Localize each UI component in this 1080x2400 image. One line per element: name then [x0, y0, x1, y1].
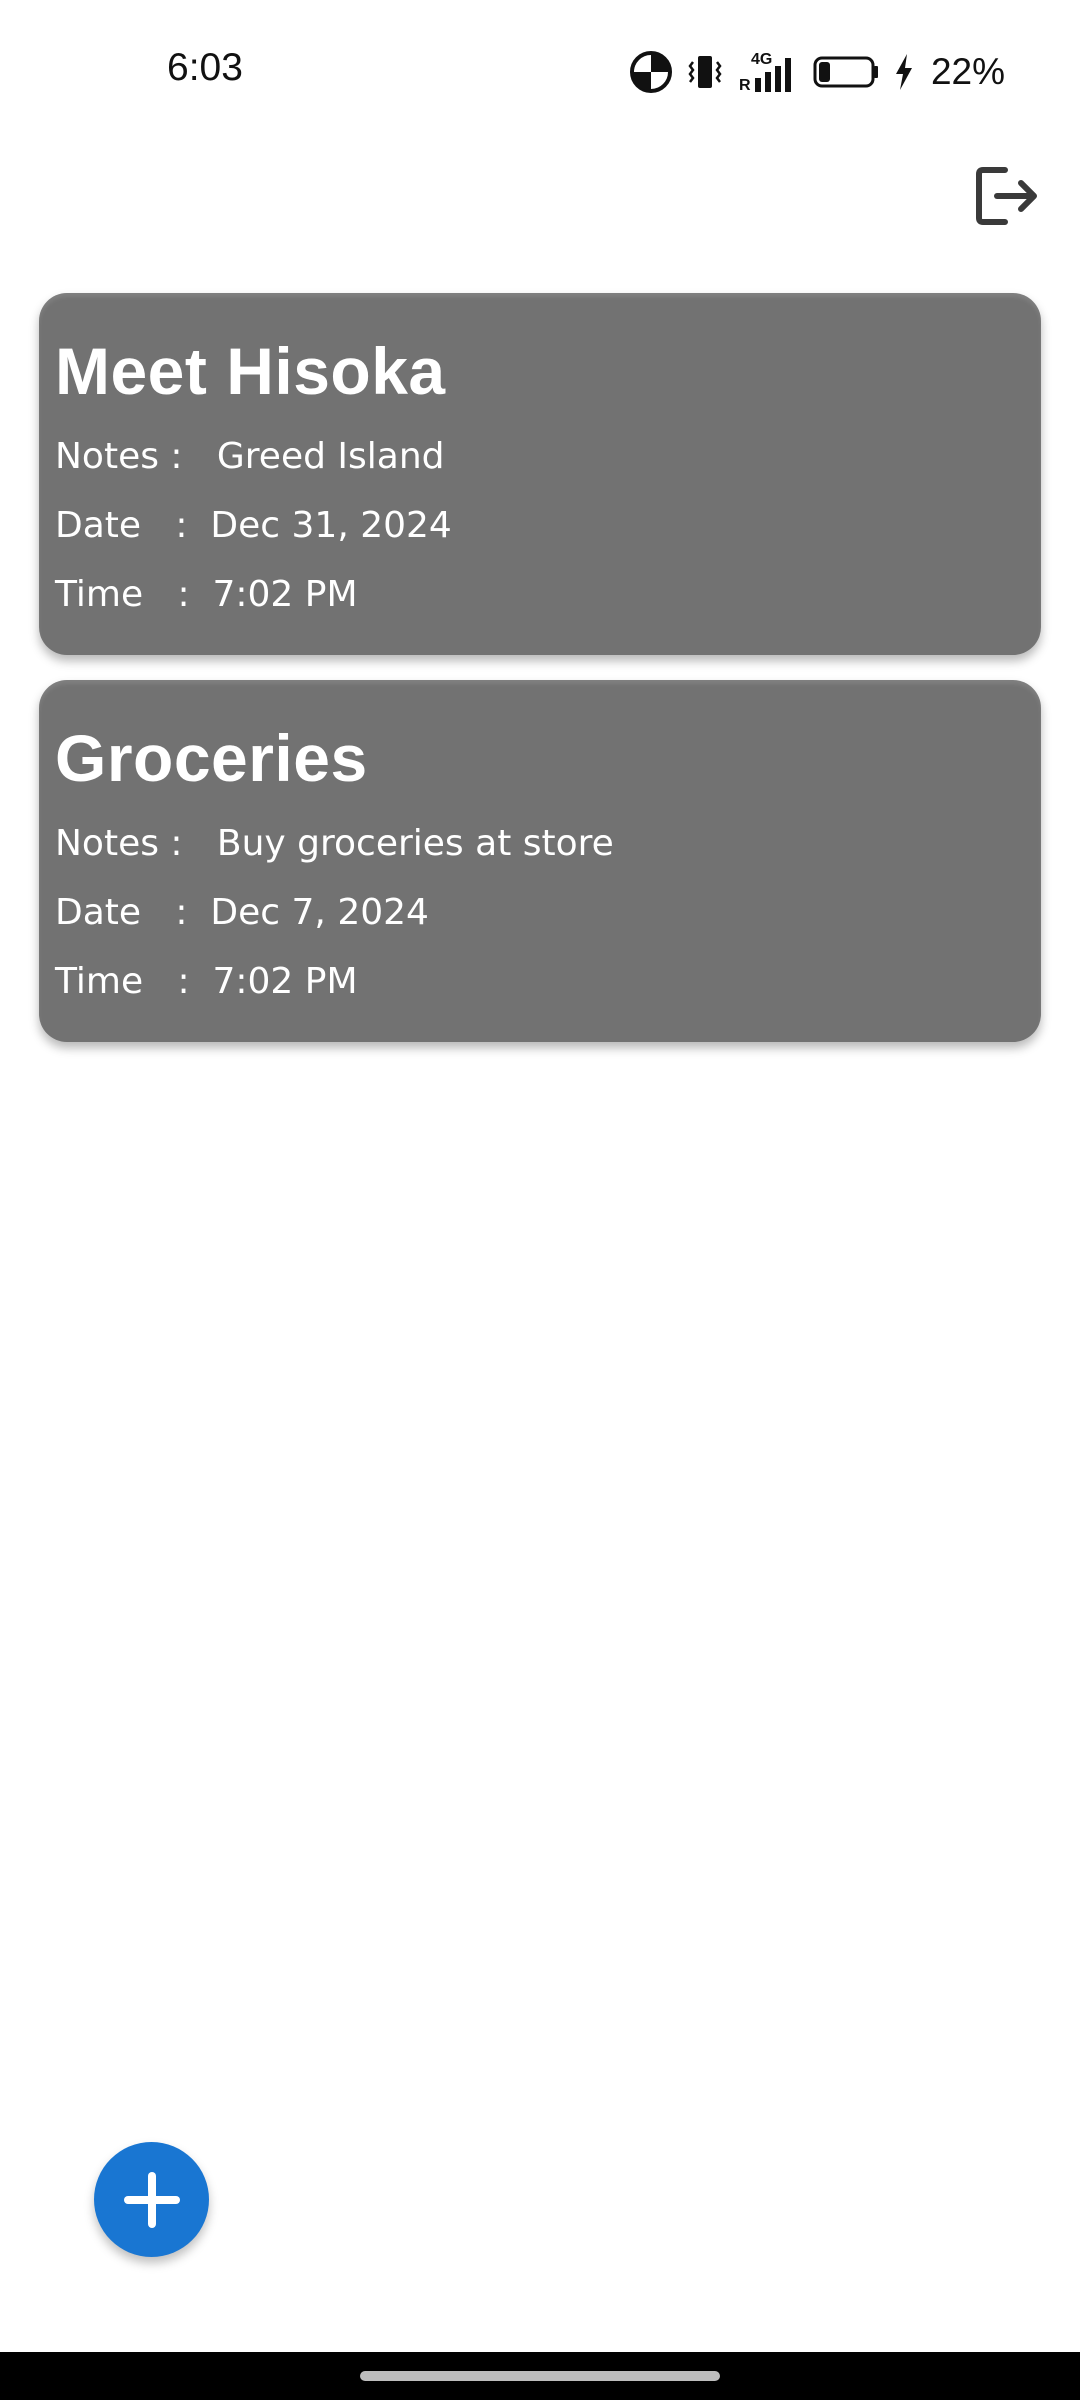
note-time-row: Time : 7:02 PM [55, 961, 358, 1002]
note-card[interactable]: Groceries Notes : Buy groceries at store… [39, 680, 1041, 1042]
vibrate-icon [687, 52, 723, 92]
notes-value: Greed Island [216, 436, 445, 477]
time-value: 7:02 PM [212, 961, 358, 1002]
note-title: Meet Hisoka [55, 334, 446, 408]
date-separator: : [175, 505, 188, 546]
date-value: Dec 7, 2024 [210, 892, 429, 933]
time-separator: : [177, 574, 190, 615]
data-saver-icon [629, 50, 673, 94]
navigation-bar [0, 2352, 1080, 2400]
time-label: Time [55, 961, 144, 1002]
home-gesture-handle[interactable] [360, 2371, 720, 2381]
signal-icon: R 4G [737, 50, 799, 94]
date-value: Dec 31, 2024 [210, 505, 452, 546]
add-note-button[interactable] [94, 2142, 209, 2257]
notes-value: Buy groceries at store [216, 823, 614, 864]
note-time-row: Time : 7:02 PM [55, 574, 358, 615]
status-time: 6:03 [167, 46, 243, 89]
date-separator: : [175, 892, 188, 933]
note-title: Groceries [55, 721, 368, 795]
plus-icon [122, 2170, 182, 2230]
note-notes-row: Notes : Greed Island [55, 436, 445, 477]
time-value: 7:02 PM [212, 574, 358, 615]
logout-icon [975, 166, 1039, 226]
time-label: Time [55, 574, 144, 615]
battery-percent: 22% [930, 51, 1005, 92]
note-date-row: Date : Dec 31, 2024 [55, 505, 452, 546]
time-separator: : [177, 961, 190, 1002]
notes-label: Notes : [55, 823, 183, 864]
logout-button[interactable] [972, 164, 1042, 228]
note-notes-row: Notes : Buy groceries at store [55, 823, 614, 864]
date-label: Date [55, 892, 142, 933]
network-label: 4G [751, 51, 772, 68]
roaming-label: R [739, 77, 751, 94]
note-card[interactable]: Meet Hisoka Notes : Greed Island Date : … [39, 293, 1041, 655]
notes-label: Notes : [55, 436, 183, 477]
status-bar: 6:03 R 4G 22% [0, 0, 1080, 150]
battery-icon [813, 55, 879, 89]
status-icons: R 4G 22% [629, 48, 1005, 96]
note-date-row: Date : Dec 7, 2024 [55, 892, 429, 933]
charging-icon [893, 53, 915, 91]
date-label: Date [55, 505, 142, 546]
